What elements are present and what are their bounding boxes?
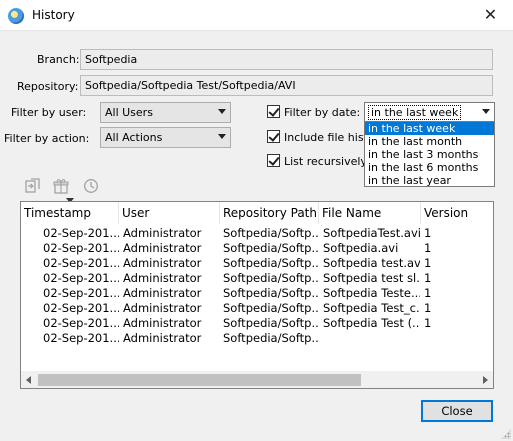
cell-user: Administrator: [123, 301, 202, 315]
cell-repository-path: Softpedia/Softp...: [223, 226, 318, 240]
filter-user-value: All Users: [105, 106, 153, 119]
cell-timestamp: 02-Sep-201...: [43, 286, 119, 300]
cell-timestamp: 02-Sep-201...: [43, 241, 119, 255]
cell-repository-path: Softpedia/Softp...: [223, 271, 318, 285]
filter-action-dropdown[interactable]: All Actions: [100, 127, 231, 148]
window-title: History: [32, 8, 75, 22]
title-bar: History ✕: [0, 0, 513, 31]
cell-file-name: Softpedia Test (...: [323, 316, 420, 330]
cell-file-name: Softpedia.avi: [323, 241, 399, 255]
filter-date-checkbox[interactable]: [267, 105, 280, 118]
date-option[interactable]: in the last month: [365, 135, 494, 148]
filter-date-label: Filter by date:: [284, 106, 361, 119]
table-row[interactable]: 02-Sep-201... Administrator Softpedia/So…: [21, 286, 493, 301]
date-option[interactable]: in the last week: [365, 122, 494, 135]
cell-version: 1: [424, 241, 432, 255]
filter-date-value: in the last week: [367, 105, 462, 120]
table-row[interactable]: 02-Sep-201... Administrator Softpedia/So…: [21, 271, 493, 286]
cell-timestamp: 02-Sep-201...: [43, 316, 119, 330]
list-recursively-label: List recursively: [284, 155, 367, 168]
close-button[interactable]: Close: [421, 400, 493, 422]
cell-user: Administrator: [123, 226, 202, 240]
list-recursively-checkbox[interactable]: [267, 154, 280, 167]
include-history-checkbox[interactable]: [267, 130, 280, 143]
cell-repository-path: Softpedia/Softp...: [223, 286, 318, 300]
cell-user: Administrator: [123, 256, 202, 270]
horizontal-scrollbar[interactable]: [21, 371, 493, 388]
table-row[interactable]: 02-Sep-201... Administrator Softpedia/So…: [21, 241, 493, 256]
cell-timestamp: 02-Sep-201...: [43, 331, 119, 345]
date-option[interactable]: in the last 6 months: [365, 161, 494, 174]
table-row[interactable]: 02-Sep-201... Administrator Softpedia/So…: [21, 331, 493, 346]
table-row[interactable]: 02-Sep-201... Administrator Softpedia/So…: [21, 256, 493, 271]
cell-version: 1: [424, 226, 432, 240]
cell-file-name: [323, 331, 420, 346]
table-row[interactable]: 02-Sep-201... Administrator Softpedia/So…: [21, 226, 493, 241]
cell-user: Administrator: [123, 316, 202, 330]
gift-box-icon[interactable]: [53, 178, 69, 194]
filter-action-label: Filter by action:: [4, 132, 90, 145]
table-header: Timestamp User Repository Path File Name…: [21, 202, 493, 224]
date-options-list[interactable]: in the last week in the last month in th…: [364, 121, 495, 187]
history-table[interactable]: Timestamp User Repository Path File Name…: [20, 201, 494, 389]
repository-label: Repository:: [17, 80, 79, 93]
window-close-icon[interactable]: ✕: [468, 0, 513, 30]
column-header-version[interactable]: Version: [421, 202, 493, 224]
cell-file-name: Softpedia test.avi: [323, 256, 420, 270]
repository-field: Softpedia/Softpedia Test/Softpedia/AVI: [80, 75, 493, 96]
compare-icon[interactable]: [25, 178, 41, 194]
scroll-left-icon[interactable]: [26, 376, 31, 384]
chevron-down-icon: [218, 109, 226, 114]
chevron-down-icon: [218, 134, 226, 139]
cell-version: 1: [424, 316, 432, 330]
filter-action-value: All Actions: [105, 131, 163, 144]
resize-grip-icon[interactable]: [501, 429, 511, 439]
cell-user: Administrator: [123, 241, 202, 255]
cell-timestamp: 02-Sep-201...: [43, 256, 119, 270]
column-header-repository-path[interactable]: Repository Path: [220, 202, 319, 224]
branch-label: Branch:: [37, 53, 80, 66]
cell-repository-path: Softpedia/Softp...: [223, 241, 318, 255]
cell-user: Administrator: [123, 286, 202, 300]
column-header-user[interactable]: User: [119, 202, 220, 224]
cell-version: 1: [424, 286, 432, 300]
table-row[interactable]: 02-Sep-201... Administrator Softpedia/So…: [21, 301, 493, 316]
scrollbar-thumb[interactable]: [38, 374, 361, 386]
cell-version: [424, 331, 484, 346]
cell-version: 1: [424, 271, 432, 285]
column-header-file-name[interactable]: File Name: [319, 202, 421, 224]
cell-version: 1: [424, 256, 432, 270]
cell-timestamp: 02-Sep-201...: [43, 301, 119, 315]
cell-repository-path: Softpedia/Softp...: [223, 301, 318, 315]
cell-repository-path: Softpedia/Softp...: [223, 316, 318, 330]
filter-date-dropdown[interactable]: in the last week: [364, 102, 495, 123]
cell-timestamp: 02-Sep-201...: [43, 226, 119, 240]
date-option[interactable]: in the last year: [365, 174, 494, 187]
branch-field: Softpedia: [80, 49, 493, 70]
cell-repository-path: Softpedia/Softp...: [223, 256, 318, 270]
scroll-right-icon[interactable]: [483, 376, 488, 384]
cell-user: Administrator: [123, 331, 202, 345]
filter-user-dropdown[interactable]: All Users: [100, 102, 231, 123]
date-option[interactable]: in the last 3 months: [365, 148, 494, 161]
cell-user: Administrator: [123, 271, 202, 285]
cell-file-name: Softpedia test sl...: [323, 271, 420, 285]
cell-file-name: Softpedia Test_c...: [323, 301, 420, 315]
cell-version: 1: [424, 301, 432, 315]
clock-icon[interactable]: [83, 178, 99, 194]
cell-timestamp: 02-Sep-201...: [43, 271, 119, 285]
cell-file-name: SoftpediaTest.avi: [323, 226, 420, 240]
history-app-icon: [8, 8, 24, 24]
cell-file-name: Softpedia Teste...: [323, 286, 420, 300]
column-header-timestamp[interactable]: Timestamp: [21, 202, 119, 224]
cell-repository-path: Softpedia/Softp...: [223, 331, 318, 345]
filter-user-label: Filter by user:: [11, 106, 87, 119]
chevron-down-icon: [482, 109, 490, 114]
table-row[interactable]: 02-Sep-201... Administrator Softpedia/So…: [21, 316, 493, 331]
